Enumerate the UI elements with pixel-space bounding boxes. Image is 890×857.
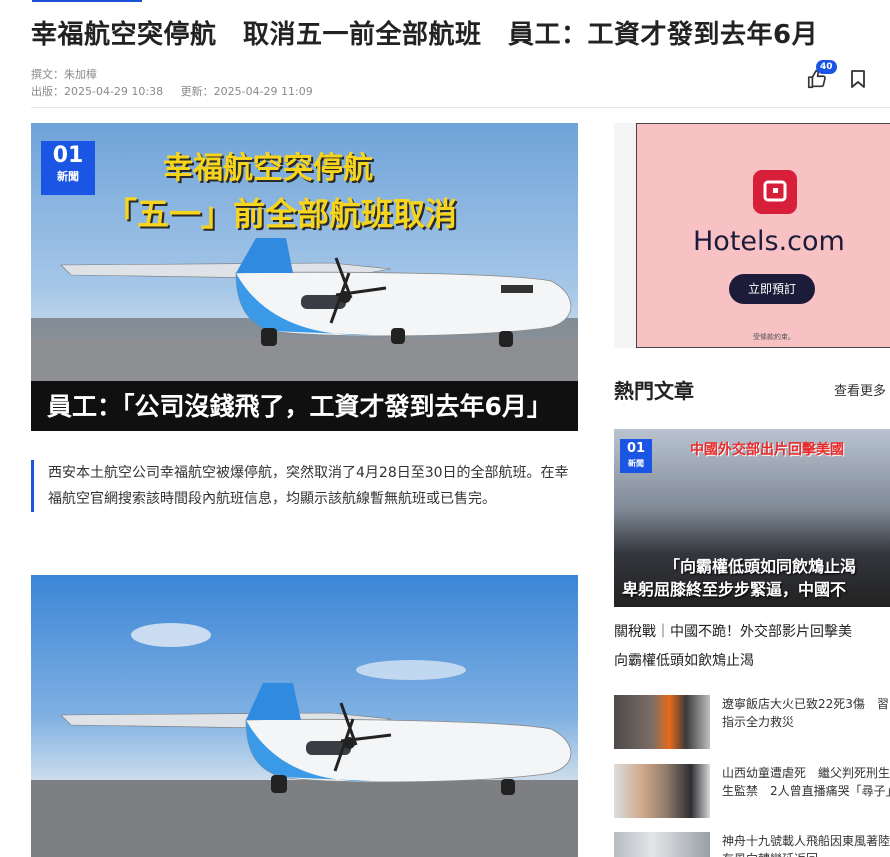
- hotels-logo-icon: [753, 170, 797, 214]
- news-thumbnail: [614, 764, 710, 818]
- like-button[interactable]: 40: [806, 60, 837, 92]
- byline: 撰文：朱加樟: [31, 68, 97, 81]
- ad-fine-print: 受條款約束。: [753, 333, 795, 341]
- bookmark-button[interactable]: [850, 69, 868, 91]
- news-title: 山西幼童遭虐死 繼父判死刑生 生監禁 2人曾直播痛哭「尋子」: [722, 766, 890, 798]
- news01-logo-small: 01 新聞: [620, 439, 652, 473]
- like-count-badge: 40: [816, 60, 837, 74]
- popular-section-title: 熱門文章: [614, 379, 694, 403]
- list-item[interactable]: 山西幼童遭虐死 繼父判死刑生 生監禁 2人曾直播痛哭「尋子」: [614, 764, 890, 820]
- hero-caption-line2: 「五一」前全部航班取消: [105, 195, 458, 233]
- list-item[interactable]: 神舟十九號載人飛船因東風著陸 有風向轉變延返回: [614, 832, 890, 857]
- featured-article-image[interactable]: 01 新聞 中國外交部出片回擊美國 「向霸權低頭如同飲鴆止渴 卑躬屈膝終至步步緊…: [614, 429, 890, 607]
- see-more-link[interactable]: 查看更多: [834, 380, 886, 399]
- header-divider: [31, 107, 890, 108]
- news-thumbnail: [614, 695, 710, 749]
- hotels-ad[interactable]: Hotels.com 立即預訂 受條款約束。: [636, 123, 890, 348]
- airplane-photo: [60, 623, 572, 795]
- updated-time: 更新：2025-04-29 11:09: [180, 85, 313, 98]
- article-meta: 撰文：朱加樟 出版：2025-04-29 10:38 更新：2025-04-29…: [31, 66, 327, 100]
- top-nav-link-cut[interactable]: [32, 0, 142, 2]
- news-title: 遼寧飯店大火已致22死3傷 習 指示全力救災: [722, 697, 889, 729]
- article-photo: [31, 575, 578, 857]
- news-title: 神舟十九號載人飛船因東風著陸 有風向轉變延返回: [722, 834, 890, 857]
- featured-caption-a: 「向霸權低頭如同飲鴆止渴: [664, 557, 857, 576]
- ad-container: Hotels.com 立即預訂 受條款約束。: [614, 123, 890, 348]
- ad-brand: Hotels.com: [693, 226, 845, 257]
- featured-caption-b: 卑躬屈膝終至步步緊逼，中國不: [622, 580, 847, 599]
- article-headline: 幸福航空突停航 取消五一前全部航班 員工：工資才發到去年6月: [31, 20, 819, 50]
- featured-top-caption: 中國外交部出片回擊美國: [690, 442, 844, 458]
- bookmark-icon: [850, 69, 868, 89]
- news-thumbnail: [614, 832, 710, 857]
- featured-article-title[interactable]: 關稅戰｜中國不跪！外交部影片回擊美 向霸權低頭如飲鴆止渴: [614, 618, 890, 676]
- article-lead: 西安本土航空公司幸福航空被爆停航，突然取消了4月28日至30日的全部航班。在幸福…: [31, 460, 578, 512]
- published-time: 出版：2025-04-29 10:38: [31, 85, 164, 98]
- hero-image: 01 新聞 幸福航空突停航 「五一」前全部航班取消 員工：「公司沒錢飛了，工資才…: [31, 123, 578, 431]
- list-item[interactable]: 遼寧飯店大火已致22死3傷 習 指示全力救災: [614, 695, 890, 751]
- news01-logo: 01 新聞: [41, 141, 95, 195]
- hero-caption-bottom: 員工：「公司沒錢飛了，工資才發到去年6月」: [47, 392, 552, 421]
- hero-caption-line1: 幸福航空突停航: [163, 151, 373, 186]
- article-actions: 40: [806, 60, 890, 92]
- ad-book-button[interactable]: 立即預訂: [729, 274, 815, 304]
